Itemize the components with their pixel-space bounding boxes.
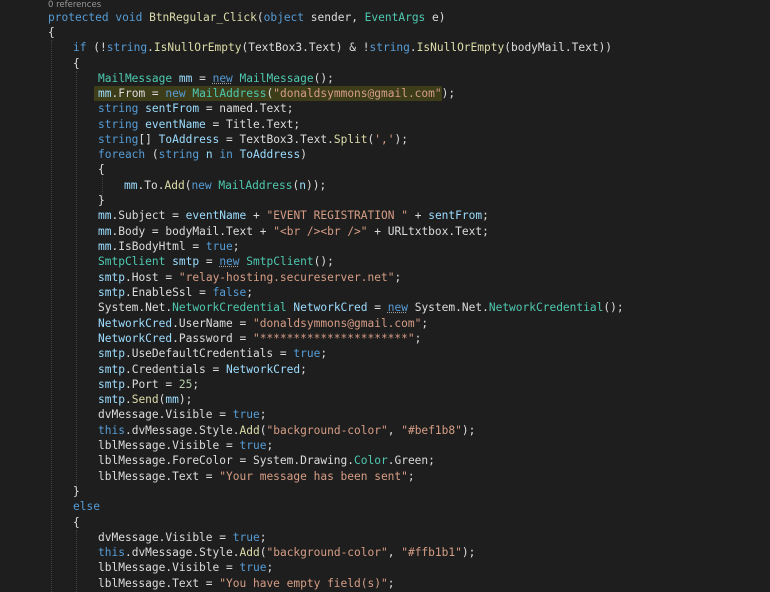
code-line: smtp.UseDefaultCredentials = true; [98,347,328,360]
code-line: if (!string.IsNullOrEmpty(TextBox3.Text)… [73,41,613,54]
code-line: mm.IsBodyHtml = true; [98,240,240,253]
code-line: } [73,485,80,498]
code-line: foreach (string n in ToAddress) [98,148,307,161]
code-line: mm.To.Add(new MailAddress(n)); [124,179,327,192]
code-line: lblMessage.Visible = true; [98,439,274,452]
code-line: string sentFrom = named.Text; [98,102,294,115]
code-line: this.dvMessage.Style.Add("background-col… [98,424,476,437]
code-line: { [73,57,80,70]
code-line: MailMessage mm = new MailMessage(); [98,72,334,85]
code-line: smtp.EnableSsl = false; [98,286,253,299]
code-line: lblMessage.ForeColor = System.Drawing.Co… [98,454,435,467]
code-line: lblMessage.Text = "Your message has been… [98,470,415,483]
code-line: smtp.Port = 25; [98,378,200,391]
code-line: lblMessage.Visible = true; [98,561,274,574]
code-line: { [48,26,55,39]
code-line: smtp.Host = "relay-hosting.secureserver.… [98,271,402,284]
indent-guide [76,71,77,491]
code-line: smtp.Send(mm); [98,393,193,406]
code-line: lblMessage.Text = "You have empty field(… [98,577,395,590]
code-line: string[] ToAddress = TextBox3.Text.Split… [98,133,408,146]
code-line: mm.Body = bodyMail.Text + "<br /><br />"… [98,225,489,238]
code-line: SmtpClient smtp = new SmtpClient(); [98,255,334,268]
code-line: dvMessage.Visible = true; [98,408,267,421]
code-editor[interactable]: 0 references protected void BtnRegular_C… [0,0,770,592]
indent-guide [76,530,77,592]
code-line: { [73,516,80,529]
code-line: mm.Subject = eventName + "EVENT REGISTRA… [98,209,489,222]
code-line: string eventName = Title.Text; [98,118,301,131]
code-line: this.dvMessage.Style.Add("background-col… [98,546,476,559]
code-line-highlighted: mm.From = new MailAddress("donaldsymmons… [98,87,456,100]
code-line: dvMessage.Visible = true; [98,531,267,544]
code-line: } [98,194,105,207]
code-line: { [98,163,105,176]
code-line: protected void BtnRegular_Click(object s… [48,11,446,24]
code-line: System.Net.NetworkCredential NetworkCred… [98,301,624,314]
code-line: smtp.Credentials = NetworkCred; [98,363,307,376]
indent-guide [51,40,52,592]
code-line: NetworkCred.Password = "****************… [98,332,422,345]
code-line: NetworkCred.UserName = "donaldsymmons@gm… [98,317,429,330]
code-line: else [73,500,100,513]
